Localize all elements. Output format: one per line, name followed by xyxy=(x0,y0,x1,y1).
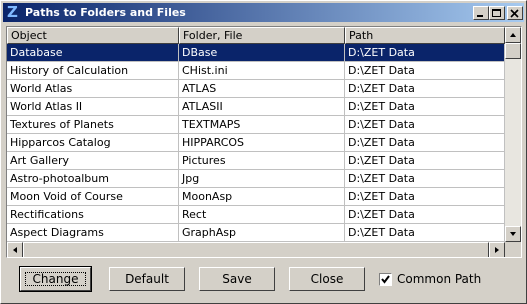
table-row[interactable]: World Atlas II ATLASII D:\ZET Data xyxy=(7,98,505,116)
table-row[interactable]: Database DBase D:\ZET Data xyxy=(7,44,505,62)
column-header-path[interactable]: Path xyxy=(345,27,505,44)
arrow-left-icon xyxy=(13,247,17,253)
cell-folder-file: Jpg xyxy=(179,170,345,188)
horizontal-scrollbar[interactable] xyxy=(7,242,505,257)
minimize-button[interactable] xyxy=(473,6,489,20)
scrollbar-corner xyxy=(505,242,521,257)
column-header-object[interactable]: Object xyxy=(7,27,179,44)
window-title: Paths to Folders and Files xyxy=(25,6,186,19)
cell-object: History of Calculation xyxy=(7,62,179,80)
cell-path: D:\ZET Data xyxy=(345,206,505,224)
cell-folder-file: Pictures xyxy=(179,152,345,170)
table-row[interactable]: Rectifications Rect D:\ZET Data xyxy=(7,206,505,224)
paths-table[interactable]: Object Folder, File Path Database DBase D:… xyxy=(6,26,522,258)
column-header-folder-file[interactable]: Folder, File xyxy=(179,27,345,44)
save-button[interactable]: Save xyxy=(199,267,275,291)
cell-folder-file: TEXTMAPS xyxy=(179,116,345,134)
close-button[interactable]: Close xyxy=(289,267,365,291)
cell-object: Database xyxy=(7,44,179,62)
cell-path: D:\ZET Data xyxy=(345,44,505,62)
table-row[interactable]: Moon Void of Course MoonAsp D:\ZET Data xyxy=(7,188,505,206)
close-button-label: Close xyxy=(310,272,344,286)
change-button[interactable]: Change xyxy=(19,266,92,292)
focus-rectangle xyxy=(25,272,86,286)
cell-path: D:\ZET Data xyxy=(345,98,505,116)
table-row[interactable]: Textures of Planets TEXTMAPS D:\ZET Data xyxy=(7,116,505,134)
cell-folder-file: ATLAS xyxy=(179,80,345,98)
arrow-down-icon xyxy=(510,232,516,236)
paths-dialog: Z Paths to Folders and Files Object Fold… xyxy=(0,0,527,304)
checkmark-icon xyxy=(381,275,390,284)
scroll-down-button[interactable] xyxy=(505,226,521,242)
scroll-left-button[interactable] xyxy=(7,242,23,257)
cell-path: D:\ZET Data xyxy=(345,134,505,152)
minimize-icon xyxy=(477,15,483,17)
horizontal-scroll-thumb[interactable] xyxy=(23,242,489,257)
maximize-button[interactable] xyxy=(489,6,505,20)
cell-path: D:\ZET Data xyxy=(345,224,505,242)
cell-object: World Atlas II xyxy=(7,98,179,116)
cell-object: Astro-photoalbum xyxy=(7,170,179,188)
cell-path: D:\ZET Data xyxy=(345,170,505,188)
common-path-checkbox[interactable] xyxy=(379,273,392,286)
table-row[interactable]: Art Gallery Pictures D:\ZET Data xyxy=(7,152,505,170)
cell-folder-file: MoonAsp xyxy=(179,188,345,206)
cell-path: D:\ZET Data xyxy=(345,116,505,134)
table-row[interactable]: World Atlas ATLAS D:\ZET Data xyxy=(7,80,505,98)
cell-object: Hipparcos Catalog xyxy=(7,134,179,152)
table-row[interactable]: Astro-photoalbum Jpg D:\ZET Data xyxy=(7,170,505,188)
table-header: Object Folder, File Path xyxy=(7,27,505,44)
cell-path: D:\ZET Data xyxy=(345,80,505,98)
table-body: Database DBase D:\ZET Data History of Calcu… xyxy=(7,44,505,242)
default-button-label: Default xyxy=(125,272,169,286)
vertical-scrollbar[interactable] xyxy=(505,27,521,242)
cell-path: D:\ZET Data xyxy=(345,62,505,80)
cell-folder-file: ATLASII xyxy=(179,98,345,116)
scroll-up-button[interactable] xyxy=(505,27,521,43)
close-window-button[interactable] xyxy=(507,6,523,20)
default-button[interactable]: Default xyxy=(109,267,185,291)
table-row[interactable]: Aspect Diagrams GraphAsp D:\ZET Data xyxy=(7,224,505,242)
cell-object: Art Gallery xyxy=(7,152,179,170)
zet-app-icon: Z xyxy=(7,3,18,21)
common-path-label[interactable]: Common Path xyxy=(397,272,481,286)
vertical-scroll-thumb[interactable] xyxy=(505,43,521,59)
cell-object: World Atlas xyxy=(7,80,179,98)
cell-path: D:\ZET Data xyxy=(345,188,505,206)
cell-folder-file: DBase xyxy=(179,44,345,62)
title-bar[interactable]: Z Paths to Folders and Files xyxy=(3,3,524,22)
arrow-right-icon xyxy=(495,247,499,253)
save-button-label: Save xyxy=(222,272,252,286)
cell-folder-file: Rect xyxy=(179,206,345,224)
scroll-right-button[interactable] xyxy=(489,242,505,257)
table-row[interactable]: History of Calculation CHist.ini D:\ZET Da… xyxy=(7,62,505,80)
cell-object: Textures of Planets xyxy=(7,116,179,134)
cell-folder-file: HIPPARCOS xyxy=(179,134,345,152)
arrow-up-icon xyxy=(510,33,516,37)
close-icon xyxy=(510,9,519,18)
cell-object: Moon Void of Course xyxy=(7,188,179,206)
maximize-icon xyxy=(492,9,501,17)
cell-object: Rectifications xyxy=(7,206,179,224)
table-row[interactable]: Hipparcos Catalog HIPPARCOS D:\ZET Data xyxy=(7,134,505,152)
cell-object: Aspect Diagrams xyxy=(7,224,179,242)
cell-folder-file: CHist.ini xyxy=(179,62,345,80)
cell-folder-file: GraphAsp xyxy=(179,224,345,242)
cell-path: D:\ZET Data xyxy=(345,152,505,170)
